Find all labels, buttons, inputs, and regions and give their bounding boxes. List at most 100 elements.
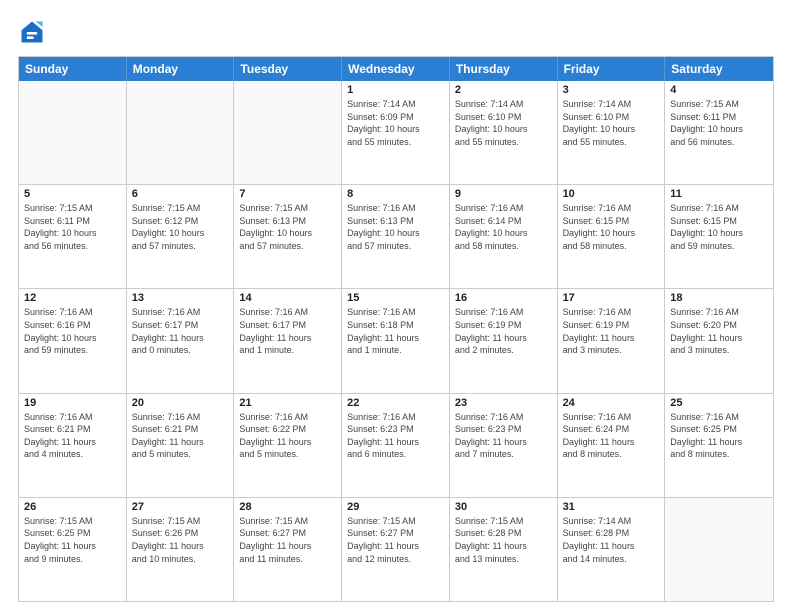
header (18, 18, 774, 46)
day-info: Sunrise: 7:16 AM Sunset: 6:17 PM Dayligh… (239, 306, 336, 356)
day-cell-11: 11Sunrise: 7:16 AM Sunset: 6:15 PM Dayli… (665, 185, 773, 288)
day-info: Sunrise: 7:16 AM Sunset: 6:23 PM Dayligh… (455, 411, 552, 461)
day-number: 22 (347, 397, 444, 409)
day-cell-3: 3 Sunrise: 7:14 AM Sunset: 6:10 PM Daylig… (558, 81, 666, 184)
day-cell-4: 4 Sunrise: 7:15 AM Sunset: 6:11 PM Daylig… (665, 81, 773, 184)
day-cell-29: 29 Sunrise: 7:15 AM Sunset: 6:27 PM Dayli… (342, 498, 450, 601)
day-cell-30: 30Sunrise: 7:15 AM Sunset: 6:28 PM Dayli… (450, 498, 558, 601)
day-cell-25: 25 Sunrise: 7:16 AM Sunset: 6:25 PM Dayli… (665, 394, 773, 497)
day-number: 29 (347, 501, 444, 513)
day-cell-26: 26 Sunrise: 7:15 AM Sunset: 6:25 PM Dayli… (19, 498, 127, 601)
day-info: Sunrise: 7:15 AM Sunset: 6:11 PM Dayligh… (24, 202, 121, 252)
day-info: Sunrise: 7:16 AM Sunset: 6:18 PM Dayligh… (347, 306, 444, 356)
day-info: Sunrise: 7:16 AM Sunset: 6:24 PM Dayligh… (563, 411, 660, 461)
day-cell-12: 12Sunrise: 7:16 AM Sunset: 6:16 PM Dayli… (19, 289, 127, 392)
day-number: 5 (24, 188, 121, 200)
day-cell-22: 22 Sunrise: 7:16 AM Sunset: 6:23 PM Dayli… (342, 394, 450, 497)
weekday-header-tuesday: Tuesday (234, 57, 342, 81)
day-number: 17 (563, 292, 660, 304)
day-info: Sunrise: 7:16 AM Sunset: 6:13 PM Dayligh… (347, 202, 444, 252)
calendar-header: SundayMondayTuesdayWednesdayThursdayFrid… (19, 57, 773, 81)
calendar-page: SundayMondayTuesdayWednesdayThursdayFrid… (0, 0, 792, 612)
day-cell-10: 10 Sunrise: 7:16 AM Sunset: 6:15 PM Dayli… (558, 185, 666, 288)
day-number: 21 (239, 397, 336, 409)
day-info: Sunrise: 7:16 AM Sunset: 6:22 PM Dayligh… (239, 411, 336, 461)
day-number: 28 (239, 501, 336, 513)
day-info: Sunrise: 7:16 AM Sunset: 6:20 PM Dayligh… (670, 306, 768, 356)
weekday-header-thursday: Thursday (450, 57, 558, 81)
day-cell-20: 20 Sunrise: 7:16 AM Sunset: 6:21 PM Dayli… (127, 394, 235, 497)
day-info: Sunrise: 7:15 AM Sunset: 6:27 PM Dayligh… (239, 515, 336, 565)
day-number: 6 (132, 188, 229, 200)
day-number: 7 (239, 188, 336, 200)
empty-cell-0-1 (127, 81, 235, 184)
day-info: Sunrise: 7:15 AM Sunset: 6:11 PM Dayligh… (670, 98, 768, 148)
day-info: Sunrise: 7:15 AM Sunset: 6:25 PM Dayligh… (24, 515, 121, 565)
logo-icon (18, 18, 46, 46)
day-number: 13 (132, 292, 229, 304)
day-number: 27 (132, 501, 229, 513)
day-number: 4 (670, 84, 768, 96)
day-cell-14: 14 Sunrise: 7:16 AM Sunset: 6:17 PM Dayli… (234, 289, 342, 392)
day-info: Sunrise: 7:16 AM Sunset: 6:19 PM Dayligh… (455, 306, 552, 356)
day-cell-5: 5 Sunrise: 7:15 AM Sunset: 6:11 PM Daylig… (19, 185, 127, 288)
calendar: SundayMondayTuesdayWednesdayThursdayFrid… (18, 56, 774, 602)
calendar-row-2: 12Sunrise: 7:16 AM Sunset: 6:16 PM Dayli… (19, 288, 773, 392)
day-cell-27: 27 Sunrise: 7:15 AM Sunset: 6:26 PM Dayli… (127, 498, 235, 601)
day-cell-24: 24Sunrise: 7:16 AM Sunset: 6:24 PM Dayli… (558, 394, 666, 497)
day-number: 25 (670, 397, 768, 409)
day-cell-21: 21 Sunrise: 7:16 AM Sunset: 6:22 PM Dayli… (234, 394, 342, 497)
day-number: 12 (24, 292, 121, 304)
day-cell-23: 23 Sunrise: 7:16 AM Sunset: 6:23 PM Dayli… (450, 394, 558, 497)
day-number: 11 (670, 188, 768, 200)
calendar-row-4: 26 Sunrise: 7:15 AM Sunset: 6:25 PM Dayli… (19, 497, 773, 601)
weekday-header-saturday: Saturday (665, 57, 773, 81)
day-number: 23 (455, 397, 552, 409)
day-info: Sunrise: 7:16 AM Sunset: 6:17 PM Dayligh… (132, 306, 229, 356)
day-info: Sunrise: 7:16 AM Sunset: 6:25 PM Dayligh… (670, 411, 768, 461)
day-info: Sunrise: 7:16 AM Sunset: 6:15 PM Dayligh… (563, 202, 660, 252)
calendar-row-3: 19Sunrise: 7:16 AM Sunset: 6:21 PM Dayli… (19, 393, 773, 497)
day-info: Sunrise: 7:16 AM Sunset: 6:23 PM Dayligh… (347, 411, 444, 461)
day-cell-8: 8 Sunrise: 7:16 AM Sunset: 6:13 PM Daylig… (342, 185, 450, 288)
day-cell-7: 7 Sunrise: 7:15 AM Sunset: 6:13 PM Daylig… (234, 185, 342, 288)
day-number: 10 (563, 188, 660, 200)
day-number: 26 (24, 501, 121, 513)
weekday-header-monday: Monday (127, 57, 235, 81)
day-cell-17: 17Sunrise: 7:16 AM Sunset: 6:19 PM Dayli… (558, 289, 666, 392)
weekday-header-wednesday: Wednesday (342, 57, 450, 81)
day-number: 14 (239, 292, 336, 304)
day-cell-2: 2 Sunrise: 7:14 AM Sunset: 6:10 PM Daylig… (450, 81, 558, 184)
day-number: 15 (347, 292, 444, 304)
day-info: Sunrise: 7:16 AM Sunset: 6:21 PM Dayligh… (132, 411, 229, 461)
day-cell-31: 31 Sunrise: 7:14 AM Sunset: 6:28 PM Dayli… (558, 498, 666, 601)
day-info: Sunrise: 7:14 AM Sunset: 6:10 PM Dayligh… (563, 98, 660, 148)
calendar-row-1: 5 Sunrise: 7:15 AM Sunset: 6:11 PM Daylig… (19, 184, 773, 288)
day-info: Sunrise: 7:15 AM Sunset: 6:28 PM Dayligh… (455, 515, 552, 565)
day-cell-6: 6 Sunrise: 7:15 AM Sunset: 6:12 PM Daylig… (127, 185, 235, 288)
day-cell-13: 13 Sunrise: 7:16 AM Sunset: 6:17 PM Dayli… (127, 289, 235, 392)
day-info: Sunrise: 7:16 AM Sunset: 6:14 PM Dayligh… (455, 202, 552, 252)
day-cell-9: 9Sunrise: 7:16 AM Sunset: 6:14 PM Daylig… (450, 185, 558, 288)
day-info: Sunrise: 7:14 AM Sunset: 6:28 PM Dayligh… (563, 515, 660, 565)
day-number: 18 (670, 292, 768, 304)
calendar-body: 1Sunrise: 7:14 AM Sunset: 6:09 PM Daylig… (19, 81, 773, 601)
day-cell-18: 18 Sunrise: 7:16 AM Sunset: 6:20 PM Dayli… (665, 289, 773, 392)
empty-cell-0-0 (19, 81, 127, 184)
day-cell-16: 16Sunrise: 7:16 AM Sunset: 6:19 PM Dayli… (450, 289, 558, 392)
empty-cell-4-6 (665, 498, 773, 601)
logo (18, 18, 50, 46)
day-number: 31 (563, 501, 660, 513)
day-info: Sunrise: 7:15 AM Sunset: 6:27 PM Dayligh… (347, 515, 444, 565)
empty-cell-0-2 (234, 81, 342, 184)
day-number: 2 (455, 84, 552, 96)
day-info: Sunrise: 7:15 AM Sunset: 6:13 PM Dayligh… (239, 202, 336, 252)
day-number: 3 (563, 84, 660, 96)
day-info: Sunrise: 7:14 AM Sunset: 6:10 PM Dayligh… (455, 98, 552, 148)
day-info: Sunrise: 7:15 AM Sunset: 6:12 PM Dayligh… (132, 202, 229, 252)
day-number: 8 (347, 188, 444, 200)
day-number: 20 (132, 397, 229, 409)
day-info: Sunrise: 7:15 AM Sunset: 6:26 PM Dayligh… (132, 515, 229, 565)
day-cell-28: 28 Sunrise: 7:15 AM Sunset: 6:27 PM Dayli… (234, 498, 342, 601)
calendar-row-0: 1Sunrise: 7:14 AM Sunset: 6:09 PM Daylig… (19, 81, 773, 184)
